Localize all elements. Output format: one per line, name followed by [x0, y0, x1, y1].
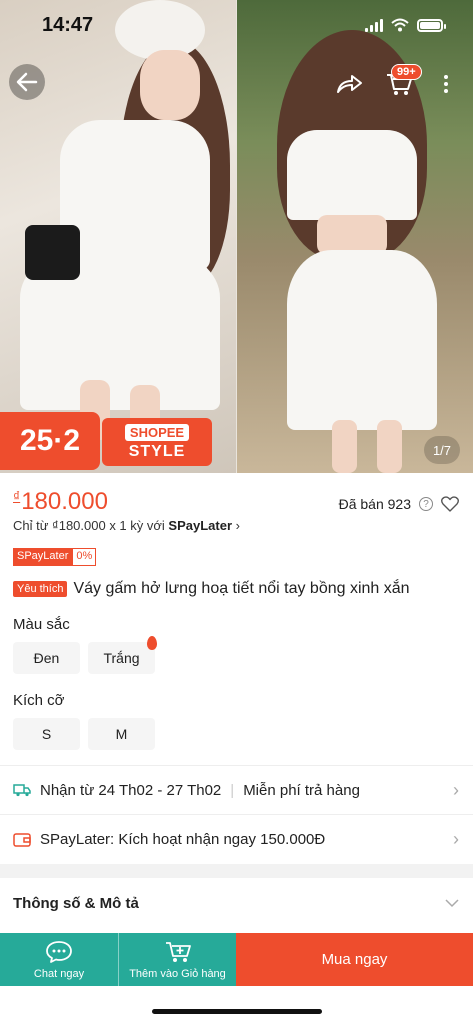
image-counter: 1/7: [424, 436, 460, 464]
sold-text: Đã bán 923: [338, 496, 411, 512]
promo-banner: 25·2 SHOPEE STYLE: [0, 412, 212, 470]
section-gap: [0, 864, 473, 878]
product-image-carousel[interactable]: 14:47 99+ 25·2 SHOPEE STYLE 1/7: [0, 0, 473, 473]
chat-button[interactable]: Chat ngay: [0, 933, 118, 986]
spaylater-tag-rate: 0%: [72, 548, 97, 566]
returns-text: Miễn phí trả hàng: [243, 781, 360, 799]
product-title: Váy gấm hở lưng hoạ tiết nổi tay bồng xi…: [73, 580, 410, 597]
shopee-style-logo: SHOPEE STYLE: [102, 418, 212, 466]
installment-info[interactable]: Chỉ từ ₫180.000 x 1 kỳ với SPayLater ›: [13, 518, 240, 533]
wallet-icon: [13, 832, 31, 847]
favorite-badge: Yêu thích: [13, 581, 68, 597]
truck-icon: [13, 784, 31, 797]
chat-icon: [46, 940, 72, 963]
chevron-down-icon: [445, 898, 459, 907]
size-option-s[interactable]: S: [13, 718, 80, 750]
status-time: 14:47: [42, 14, 94, 36]
currency-symbol: ₫: [13, 488, 21, 504]
sold-count: Đã bán 923 ?: [339, 496, 459, 512]
product-page: 14:47 99+ 25·2 SHOPEE STYLE 1/7 ₫180.000…: [0, 0, 473, 1024]
more-icon: [444, 75, 448, 93]
status-icons: [365, 18, 446, 32]
back-button[interactable]: [9, 64, 45, 100]
specs-row[interactable]: Thông số & Mô tả: [0, 878, 473, 928]
spaylater-tag-label: SPayLater: [13, 548, 73, 566]
chevron-right-icon: ›: [453, 828, 459, 849]
price-value: 180.000: [21, 488, 108, 515]
spaylater-row-text: SPayLater: Kích hoạt nhận ngay 150.000Đ: [40, 830, 326, 848]
chevron-right-icon: ›: [235, 518, 240, 533]
spaylater-row[interactable]: SPayLater: Kích hoạt nhận ngay 150.000Đ …: [0, 816, 473, 862]
size-label: Kích cỡ: [13, 692, 65, 709]
installment-brand: SPayLater: [168, 518, 233, 533]
promo-brand-bottom: STYLE: [128, 442, 186, 460]
signal-icon: [365, 18, 383, 32]
color-label: Màu sắc: [13, 616, 70, 633]
share-icon: [337, 75, 362, 93]
battery-icon: [417, 18, 446, 32]
installment-prefix: Chỉ từ ₫180.000 x 1 kỳ với: [13, 518, 169, 533]
add-cart-icon: [165, 941, 191, 962]
chat-label: Chat ngay: [33, 967, 85, 980]
spaylater-tag: SPayLater 0%: [13, 548, 97, 566]
promo-date: 25·2: [0, 412, 100, 470]
divider: [0, 814, 473, 815]
price: ₫180.000: [13, 488, 108, 516]
flame-icon: [147, 636, 157, 650]
heart-icon[interactable]: [441, 496, 459, 512]
chevron-right-icon: ›: [453, 779, 459, 800]
buy-now-button[interactable]: Mua ngay: [236, 933, 473, 986]
shipping-row[interactable]: Nhận từ 24 Th02 - 27 Th02 | Miễn phí trả…: [0, 767, 473, 813]
more-button[interactable]: [436, 66, 456, 102]
delivery-text: Nhận từ 24 Th02 - 27 Th02: [40, 781, 222, 799]
bottom-action-bar: Chat ngay Thêm vào Giỏ hàng Mua ngay: [0, 933, 473, 986]
color-option-white[interactable]: Trắng: [88, 642, 155, 674]
back-icon: [16, 72, 38, 92]
specs-label: Thông số & Mô tả: [13, 894, 139, 912]
wifi-icon: [391, 18, 409, 32]
promo-brand-top: SHOPEE: [124, 423, 190, 441]
home-indicator[interactable]: [152, 1009, 322, 1014]
product-title-row: Yêu thích Váy gấm hở lưng hoạ tiết nổi t…: [13, 580, 410, 598]
divider: [0, 765, 473, 766]
cart-badge: 99+: [391, 64, 422, 80]
question-icon[interactable]: ?: [419, 497, 433, 511]
share-button[interactable]: [331, 66, 367, 102]
color-option-black[interactable]: Đen: [13, 642, 80, 674]
add-to-cart-label: Thêm vào Giỏ hàng: [129, 967, 226, 980]
size-option-m[interactable]: M: [88, 718, 155, 750]
add-to-cart-button[interactable]: Thêm vào Giỏ hàng: [118, 933, 236, 986]
